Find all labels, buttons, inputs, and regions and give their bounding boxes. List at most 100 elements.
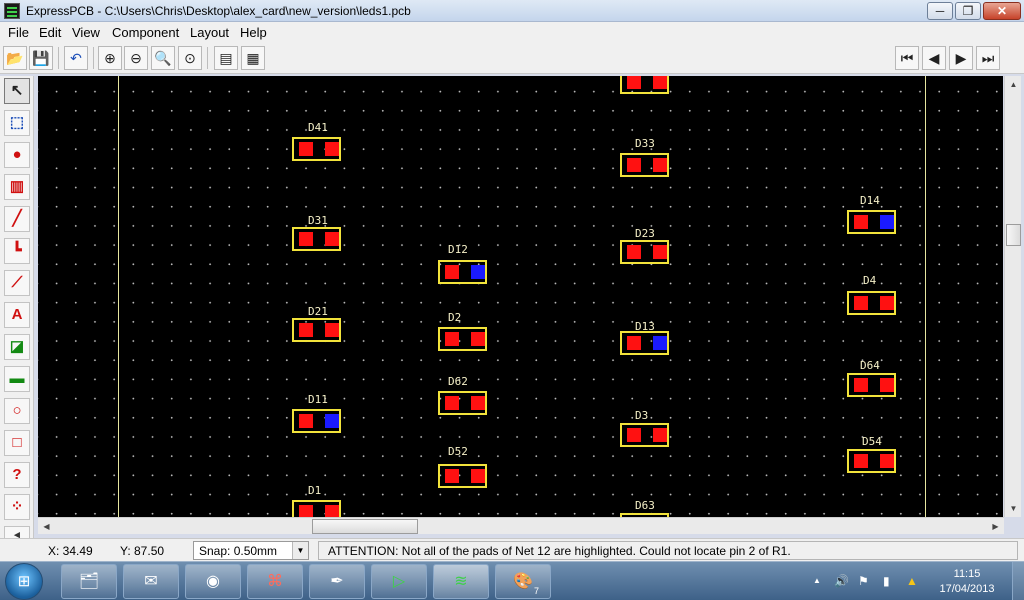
- component-manager-icon[interactable]: ▦: [241, 46, 265, 70]
- pad[interactable]: [854, 296, 868, 310]
- select-tool-icon[interactable]: ↖: [4, 78, 30, 104]
- zoom-fit-icon[interactable]: 🔍: [151, 46, 175, 70]
- menu-component[interactable]: Component: [112, 25, 179, 40]
- pad[interactable]: [653, 428, 667, 442]
- pad-highlighted[interactable]: [880, 215, 894, 229]
- component-label[interactable]: D4: [863, 274, 876, 287]
- menu-view[interactable]: View: [72, 25, 100, 40]
- pad[interactable]: [325, 323, 339, 337]
- zoom-page-icon[interactable]: ⊙: [178, 46, 202, 70]
- scroll-left-icon[interactable]: ◀: [38, 518, 55, 535]
- filled-plane-tool-icon[interactable]: ▬: [4, 366, 30, 392]
- pad[interactable]: [325, 505, 339, 517]
- component-label[interactable]: D64: [860, 359, 880, 372]
- pad[interactable]: [653, 158, 667, 172]
- minimize-button[interactable]: ─: [927, 2, 953, 20]
- taskbar-expresssch-icon[interactable]: ▷: [371, 564, 427, 599]
- vertical-scrollbar[interactable]: ▲ ▼: [1004, 76, 1021, 517]
- menu-layout[interactable]: Layout: [190, 25, 229, 40]
- google-drive-icon[interactable]: ▲: [906, 574, 918, 588]
- menu-file[interactable]: File: [8, 25, 29, 40]
- pad[interactable]: [325, 142, 339, 156]
- component-label[interactable]: D31: [308, 214, 328, 227]
- pad-tool-icon[interactable]: ●: [4, 142, 30, 168]
- chevron-down-icon[interactable]: ▼: [292, 542, 308, 559]
- led-footprint[interactable]: [292, 227, 341, 251]
- component-label[interactable]: D21: [308, 305, 328, 318]
- pad[interactable]: [445, 469, 459, 483]
- led-footprint[interactable]: [438, 391, 487, 415]
- component-label[interactable]: D1: [308, 484, 321, 497]
- snap-dropdown[interactable]: Snap: 0.50mm ▼: [193, 541, 309, 560]
- pad[interactable]: [854, 215, 868, 229]
- volume-icon[interactable]: 🔊: [834, 574, 849, 588]
- taskbar-thunderbird-icon[interactable]: ✉: [123, 564, 179, 599]
- undo-icon[interactable]: ↶: [64, 46, 88, 70]
- pcb-canvas[interactable]: D41 D33 D14 D31 D12 D23 D4 D21 D2 D13 D64 D11 D62 D3 D…: [38, 76, 1003, 517]
- led-footprint[interactable]: [292, 318, 341, 342]
- component-label[interactable]: D52: [448, 445, 468, 458]
- app-icon[interactable]: [4, 3, 20, 19]
- led-footprint[interactable]: [847, 449, 896, 473]
- text-tool-icon[interactable]: A: [4, 302, 30, 328]
- led-footprint[interactable]: [292, 409, 341, 433]
- pad[interactable]: [299, 414, 313, 428]
- led-footprint[interactable]: [438, 327, 487, 351]
- tray-arrow-icon[interactable]: ▲: [813, 576, 821, 585]
- led-footprint[interactable]: [620, 153, 669, 177]
- wire-tool-icon[interactable]: ⟋: [4, 270, 30, 296]
- properties-icon[interactable]: ▤: [214, 46, 238, 70]
- open-icon[interactable]: 📂: [3, 46, 27, 70]
- led-footprint[interactable]: [438, 464, 487, 488]
- led-footprint[interactable]: [620, 423, 669, 447]
- pad[interactable]: [299, 232, 313, 246]
- nav-next-icon[interactable]: ▶: [949, 46, 973, 70]
- led-footprint[interactable]: [292, 137, 341, 161]
- taskbar-expresspcb-icon[interactable]: ≋: [433, 564, 489, 599]
- component-label[interactable]: D2: [448, 311, 461, 324]
- horizontal-scroll-thumb[interactable]: [312, 519, 418, 534]
- pad[interactable]: [627, 336, 641, 350]
- pad[interactable]: [299, 505, 313, 517]
- clock[interactable]: 11:15 17/04/2013: [932, 567, 1002, 597]
- component-label[interactable]: D33: [635, 137, 655, 150]
- component-label[interactable]: D41: [308, 121, 328, 134]
- zoom-tool-icon[interactable]: ⬚: [4, 110, 30, 136]
- pad[interactable]: [627, 428, 641, 442]
- nav-first-icon[interactable]: ⏮: [895, 46, 919, 70]
- pad[interactable]: [627, 76, 641, 89]
- led-footprint[interactable]: [620, 76, 669, 94]
- menu-edit[interactable]: Edit: [39, 25, 61, 40]
- pad[interactable]: [854, 454, 868, 468]
- component-label[interactable]: D14: [860, 194, 880, 207]
- circle-tool-icon[interactable]: ○: [4, 398, 30, 424]
- led-footprint[interactable]: [620, 240, 669, 264]
- maximize-button[interactable]: ❐: [955, 2, 981, 20]
- pad[interactable]: [471, 469, 485, 483]
- layer-tool-icon[interactable]: ◪: [4, 334, 30, 360]
- pad[interactable]: [627, 245, 641, 259]
- led-footprint[interactable]: [620, 331, 669, 355]
- nav-last-icon[interactable]: ⏭: [976, 46, 1000, 70]
- taskbar-acrobat-icon[interactable]: ⌘: [247, 564, 303, 599]
- zoom-in-icon[interactable]: ⊕: [98, 46, 122, 70]
- pad[interactable]: [653, 76, 667, 89]
- led-footprint[interactable]: [847, 210, 896, 234]
- component-label[interactable]: D63: [635, 499, 655, 512]
- pad[interactable]: [471, 332, 485, 346]
- led-footprint[interactable]: [847, 373, 896, 397]
- pad[interactable]: [627, 158, 641, 172]
- led-footprint[interactable]: [847, 291, 896, 315]
- start-button[interactable]: ⊞: [5, 563, 43, 600]
- component-label[interactable]: D62: [448, 375, 468, 388]
- close-button[interactable]: ✕: [983, 2, 1021, 20]
- horizontal-scrollbar[interactable]: ◀ ▶: [38, 517, 1004, 534]
- component-label[interactable]: D23: [635, 227, 655, 240]
- menu-help[interactable]: Help: [240, 25, 267, 40]
- pad[interactable]: [445, 265, 459, 279]
- scroll-up-icon[interactable]: ▲: [1005, 76, 1022, 93]
- save-icon[interactable]: 💾: [29, 46, 53, 70]
- pad[interactable]: [445, 332, 459, 346]
- component-label[interactable]: D13: [635, 320, 655, 333]
- zoom-out-icon[interactable]: ⊖: [124, 46, 148, 70]
